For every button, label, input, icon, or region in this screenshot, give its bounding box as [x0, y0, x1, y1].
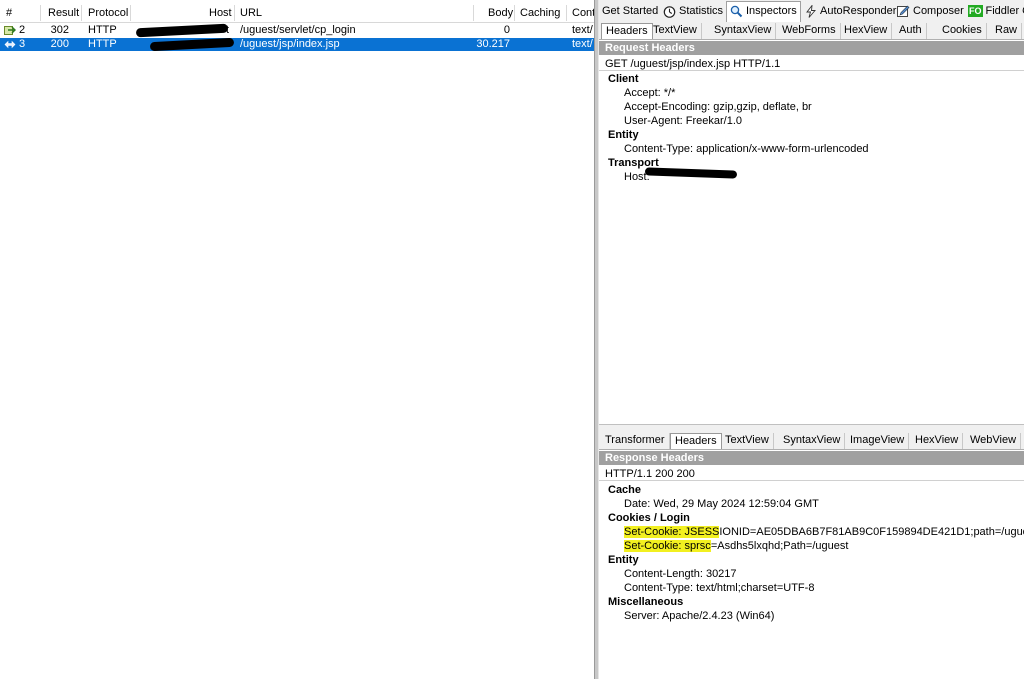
header-user-agent: User-Agent: Freekar/1.0 [624, 115, 742, 127]
tab-get-started[interactable]: Get Started [599, 2, 661, 21]
col-url[interactable]: URL [240, 7, 262, 19]
web-request-icon [4, 40, 16, 49]
col-caching[interactable]: Caching [520, 7, 560, 19]
response-headers-panel: Response Headers HTTP/1.1 200 200 Cache … [599, 450, 1024, 679]
group-entity[interactable]: Entity [608, 554, 639, 567]
response-status-line: HTTP/1.1 200 200 [599, 467, 1024, 481]
sessions-list[interactable]: # Result Protocol Host URL Body Caching … [0, 0, 594, 679]
request-tab-hexview[interactable]: HexView [840, 23, 893, 39]
host-redaction [135, 23, 229, 38]
host-redaction [644, 167, 738, 179]
header-accept: Accept: */* [624, 87, 676, 99]
request-headers-title: Request Headers [599, 41, 1024, 55]
session-host: t [226, 24, 230, 36]
response-tab-syntaxview[interactable]: SyntaxView [779, 433, 846, 449]
group-miscellaneous[interactable]: Miscellaneous [608, 596, 683, 609]
header-accept-encoding: Accept-Encoding: gzip,gzip, deflate, br [624, 101, 812, 113]
cookie-value: IONID=AE05DBA6B7F81AB9C0F159894DE421D1;p… [719, 526, 1024, 538]
group-client[interactable]: Client [608, 73, 639, 86]
highlight-mark: Set-Cookie: sprsc [624, 540, 711, 552]
request-tab-raw[interactable]: Raw [991, 23, 1023, 39]
tab-composer[interactable]: Composer [894, 2, 967, 21]
tab-fiddler-orchestra[interactable]: FOFiddler O [965, 2, 1024, 21]
response-tab-bar: Transformer Headers TextView SyntaxView … [599, 432, 1024, 450]
header-content-type: Content-Type: application/x-www-form-url… [624, 143, 869, 155]
host-redaction [149, 37, 235, 52]
request-tab-headers[interactable]: Headers [601, 23, 653, 39]
session-body: 30.217 [476, 38, 510, 50]
request-tab-textview[interactable]: TextView [649, 23, 702, 39]
header-server: Server: Apache/2.4.23 (Win64) [624, 610, 775, 622]
main-tab-bar: Get Started Statistics Inspectors AutoRe… [599, 0, 1024, 23]
tab-label: AutoResponder [820, 5, 897, 17]
col-num[interactable]: # [6, 7, 12, 19]
request-tab-syntaxview[interactable]: SyntaxView [710, 23, 777, 39]
col-separator[interactable] [130, 5, 131, 21]
tab-label: Statistics [679, 5, 724, 17]
session-result: 200 [50, 38, 69, 50]
session-protocol: HTTP [88, 24, 117, 36]
group-cache[interactable]: Cache [608, 484, 641, 497]
request-headers-panel: Request Headers GET /uguest/jsp/index.js… [599, 40, 1024, 424]
col-separator[interactable] [514, 5, 515, 21]
tab-autoresponder[interactable]: AutoResponder [802, 2, 899, 21]
lightning-icon [806, 4, 816, 18]
session-url: /uguest/servlet/cp_login [240, 24, 356, 36]
header-content-length: Content-Length: 30217 [624, 568, 737, 580]
request-tab-bar: Headers TextView SyntaxView WebForms Hex… [599, 22, 1024, 40]
session-url: /uguest/jsp/index.jsp [240, 38, 340, 50]
col-host[interactable]: Host [209, 7, 232, 19]
group-entity[interactable]: Entity [608, 129, 639, 142]
response-tab-webview[interactable]: WebView [966, 433, 1022, 449]
header-content-type: Content-Type: text/html;charset=UTF-8 [624, 582, 815, 594]
tab-statistics[interactable]: Statistics [660, 2, 726, 21]
session-body: 0 [503, 24, 510, 36]
sessions-header: # Result Protocol Host URL Body Caching … [0, 3, 594, 23]
tab-label: Get Started [602, 5, 659, 17]
col-separator[interactable] [81, 5, 82, 21]
session-result: 302 [50, 24, 69, 36]
header-set-cookie-sprsc: Set-Cookie: sprsc=Asdhs5lxqhd;Path=/ugue… [624, 540, 848, 553]
response-tab-transformer[interactable]: Transformer [601, 433, 670, 449]
redirect-icon [4, 26, 16, 35]
session-content-type: text/ [572, 38, 593, 50]
header-date: Date: Wed, 29 May 2024 12:59:04 GMT [624, 498, 819, 510]
col-protocol[interactable]: Protocol [88, 7, 128, 19]
tab-label: Inspectors [746, 5, 797, 17]
col-result[interactable]: Result [48, 7, 79, 19]
response-tab-hexview[interactable]: HexView [911, 433, 964, 449]
response-tab-headers[interactable]: Headers [670, 433, 722, 449]
tab-inspectors[interactable]: Inspectors [726, 1, 801, 22]
session-protocol: HTTP [88, 38, 117, 50]
fo-badge-icon: FO [968, 5, 983, 18]
cookie-value: =Asdhs5lxqhd;Path=/uguest [710, 540, 849, 552]
col-separator[interactable] [40, 5, 41, 21]
session-num: 2 [19, 24, 26, 36]
col-separator[interactable] [566, 5, 567, 21]
group-cookies-login[interactable]: Cookies / Login [608, 512, 690, 525]
col-body[interactable]: Body [488, 7, 513, 19]
response-tab-textview[interactable]: TextView [721, 433, 774, 449]
request-tab-auth[interactable]: Auth [895, 23, 927, 39]
session-num: 3 [19, 38, 26, 50]
request-tab-webforms[interactable]: WebForms [778, 23, 841, 39]
session-row[interactable]: 2 302 HTTP t /uguest/servlet/cp_login 0 … [0, 23, 594, 38]
response-tab-imageview[interactable]: ImageView [846, 433, 910, 449]
col-separator[interactable] [473, 5, 474, 21]
highlight-mark: Set-Cookie: JSESS [624, 526, 720, 538]
request-tab-cookies[interactable]: Cookies [938, 23, 987, 39]
inspector-pane: Get Started Statistics Inspectors AutoRe… [599, 0, 1024, 679]
request-line: GET /uguest/jsp/index.jsp HTTP/1.1 [599, 57, 1024, 71]
session-row-selected[interactable]: 3 200 HTTP /uguest/jsp/index.jsp 30.217 … [0, 37, 594, 52]
col-content-type[interactable]: Cont [572, 7, 594, 19]
header-set-cookie-jsessionid: Set-Cookie: JSESSIONID=AE05DBA6B7F81AB9C… [624, 526, 1024, 539]
tab-label: Fiddler O [985, 5, 1024, 17]
composer-pencil-icon [897, 5, 910, 17]
col-separator[interactable] [234, 5, 235, 21]
response-headers-title: Response Headers [599, 451, 1024, 465]
inspector-magnifier-icon [730, 5, 743, 17]
stopwatch-icon [663, 5, 676, 18]
session-content-type: text/ [572, 24, 593, 36]
tab-label: Composer [913, 5, 964, 17]
